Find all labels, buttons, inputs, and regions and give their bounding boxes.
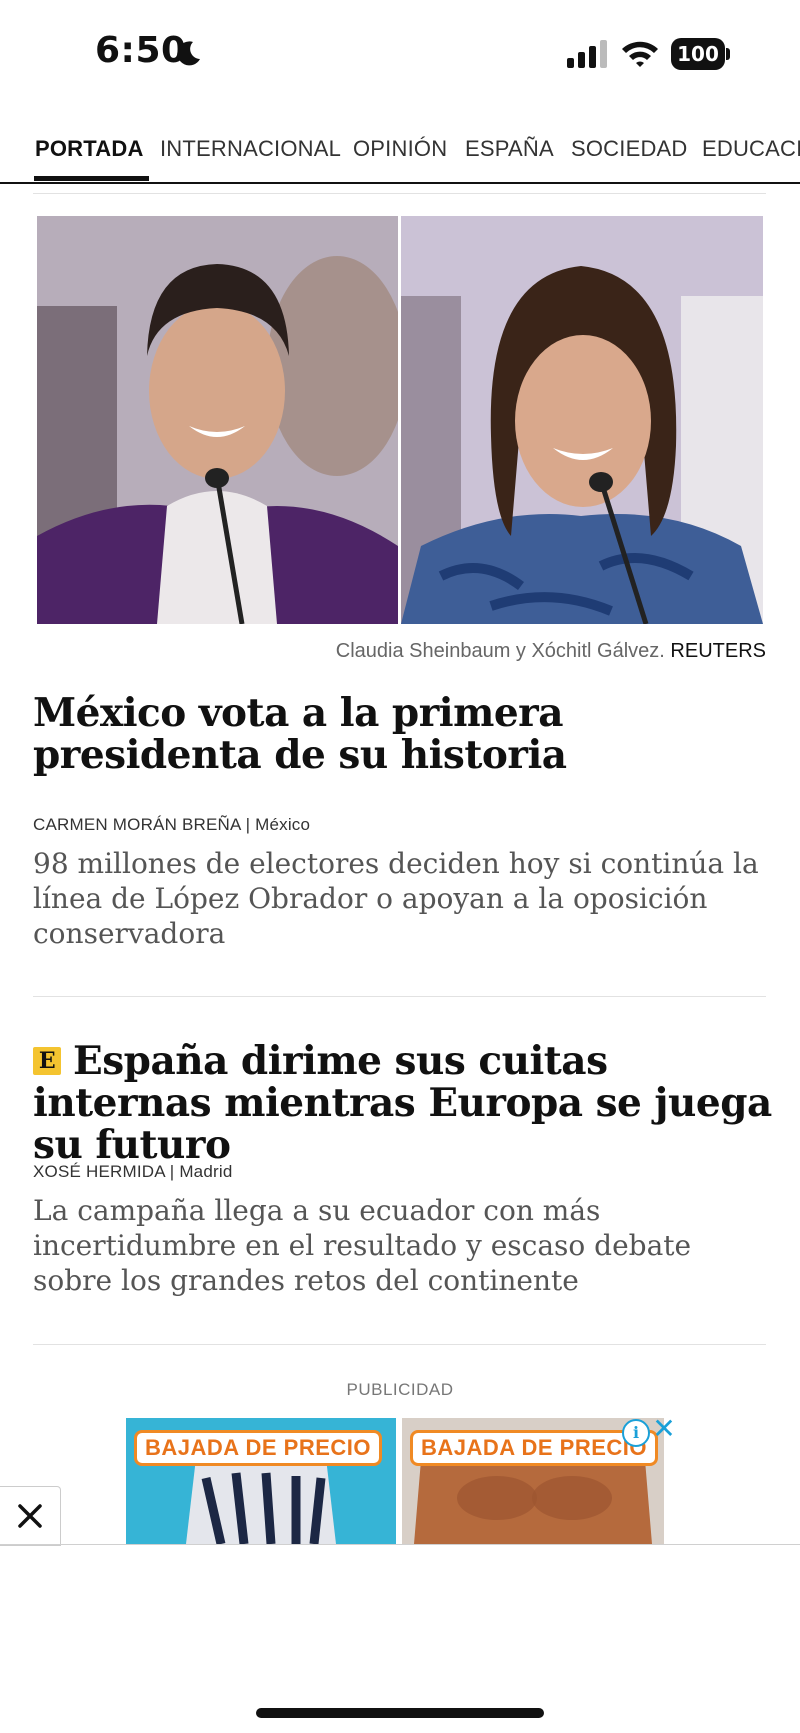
status-time: 6:50: [95, 30, 187, 71]
tab-opinion[interactable]: OPINIÓN: [353, 136, 447, 162]
wifi-icon: [622, 41, 658, 67]
article-headline[interactable]: E España dirime sus cuitas internas mient…: [33, 1040, 773, 1166]
article-headline[interactable]: México vota a la primera presidenta de s…: [33, 692, 773, 776]
hero-photo-right[interactable]: [401, 216, 763, 624]
ad-bottom-border: [0, 1544, 800, 1545]
status-bar: 6:50 100: [0, 0, 800, 100]
author-link[interactable]: XOSÉ HERMIDA: [33, 1162, 165, 1181]
signal-icon: [567, 40, 607, 68]
byline-separator: |: [169, 1162, 180, 1181]
byline-location: Madrid: [179, 1162, 233, 1181]
caption-text: Claudia Sheinbaum y Xóchitl Gálvez.: [335, 640, 665, 662]
divider: [33, 1344, 766, 1345]
tab-internacional[interactable]: INTERNACIONAL: [160, 136, 341, 162]
battery-icon: 100: [671, 38, 731, 70]
e-badge-icon: E: [33, 1047, 61, 1075]
article-byline: CARMEN MORÁN BREÑA | México: [33, 815, 310, 835]
photo-caption: Claudia Sheinbaum y Xóchitl Gálvez. REUT…: [336, 640, 766, 663]
section-nav: PORTADA INTERNACIONAL OPINIÓN ESPAÑA SOC…: [0, 128, 800, 184]
tab-portada[interactable]: PORTADA: [35, 136, 144, 162]
home-indicator[interactable]: [256, 1708, 544, 1718]
active-tab-indicator: [34, 176, 149, 181]
ad-item[interactable]: BAJADA DE PRECIO: [126, 1418, 396, 1544]
portrait-galvez-image: [401, 216, 763, 624]
article-byline: XOSÉ HERMIDA | Madrid: [33, 1162, 232, 1182]
ad-choices-info-icon[interactable]: i: [622, 1419, 650, 1447]
ad-label: PUBLICIDAD: [346, 1380, 454, 1399]
article-summary[interactable]: 98 millones de electores deciden hoy si …: [33, 846, 768, 951]
divider: [33, 193, 766, 194]
close-icon: [18, 1504, 42, 1528]
portrait-sheinbaum-image: [37, 216, 398, 624]
moon-icon: [177, 41, 200, 66]
tab-espana[interactable]: ESPAÑA: [465, 136, 554, 162]
photo-credit: REUTERS: [670, 640, 766, 662]
article-summary[interactable]: La campaña llega a su ecuador con más in…: [33, 1193, 768, 1298]
byline-separator: |: [245, 815, 256, 834]
headline-text: España dirime sus cuitas internas mientr…: [33, 1038, 772, 1168]
battery-level: 100: [671, 38, 725, 70]
tab-sociedad[interactable]: SOCIEDAD: [571, 136, 688, 162]
byline-location: México: [255, 815, 311, 834]
tab-educacion[interactable]: EDUCACIÓN: [702, 136, 800, 162]
battery-cap: [726, 48, 730, 60]
ad-close-icon[interactable]: ✕: [651, 1414, 677, 1444]
ad-price-tag: BAJADA DE PRECIO: [134, 1430, 382, 1466]
divider: [33, 996, 766, 997]
ad-price-tag: BAJADA DE PRECIO: [410, 1430, 658, 1466]
author-link[interactable]: CARMEN MORÁN BREÑA: [33, 815, 241, 834]
ad-dismiss-button[interactable]: [0, 1486, 61, 1546]
hero-photo-left[interactable]: [37, 216, 398, 624]
